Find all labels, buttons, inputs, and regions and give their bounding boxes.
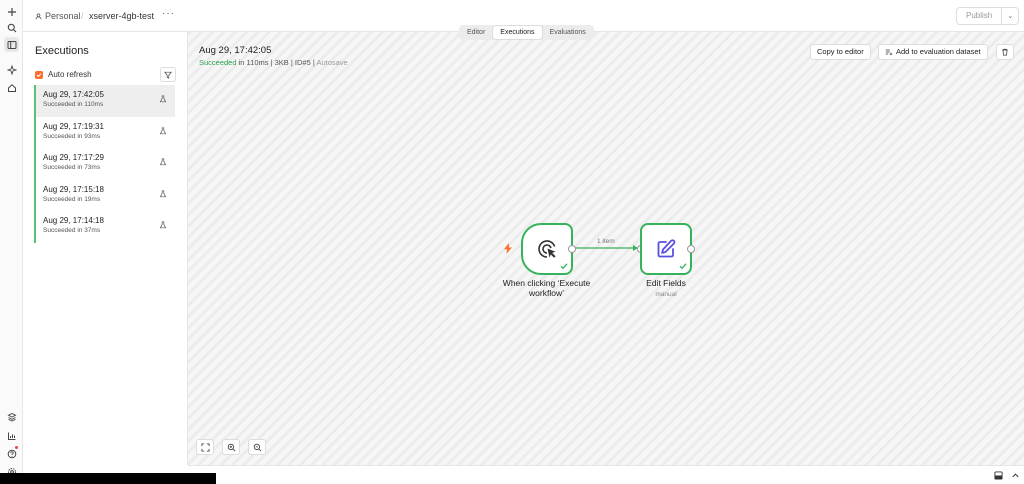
cursor-click-icon [538,240,556,258]
copy-to-editor-button[interactable]: Copy to editor [810,44,871,60]
search-icon[interactable] [4,20,19,35]
view-tabs: Editor Executions Evaluations [459,25,594,40]
execution-date: Aug 29, 17:19:31 [43,121,104,131]
zoom-out-button[interactable] [248,439,266,455]
execution-item[interactable]: Aug 29, 17:14:18 Succeeded in 37ms [34,211,175,243]
execution-title: Aug 29, 17:42:05 [199,45,272,56]
templates-icon[interactable] [4,409,19,424]
flask-icon[interactable] [159,158,167,166]
pencil-edit-icon [657,239,676,258]
app-root: Personal / xserver-4gb-test ··· Publish … [0,0,1024,484]
filter-button[interactable] [160,67,176,82]
home-icon[interactable] [4,80,19,95]
flask-icon[interactable] [159,221,167,229]
success-check-icon [560,263,568,270]
fit-view-button[interactable] [196,439,214,455]
auto-refresh-checkbox[interactable] [35,70,43,79]
workflow-name[interactable]: xserver-4gb-test [89,11,154,21]
sidebar-toggle-icon[interactable] [4,37,19,52]
edit-fields-node-mode: manual [655,291,677,298]
auto-refresh-label: Auto refresh [48,70,92,79]
trash-icon [1002,48,1008,56]
add-to-dataset-button[interactable]: Add to evaluation dataset [878,44,988,60]
execution-status: Succeeded in 19ms [43,195,101,203]
trigger-node-label: When clicking ‘Execute workflow’ [502,278,591,298]
chevron-down-icon[interactable]: ⌄ [1001,8,1018,24]
execution-item[interactable]: Aug 29, 17:15:18 Succeeded in 19ms [34,179,175,211]
connection-line [573,245,638,251]
execution-item[interactable]: Aug 29, 17:42:05 Succeeded in 110ms [34,85,175,117]
flask-icon[interactable] [159,189,167,198]
edit-fields-node-label: Edit Fields [646,278,686,288]
project-name: Personal [45,11,81,21]
plus-icon[interactable] [4,4,19,19]
execution-size-id: | 3KB | ID#5 | [268,58,317,67]
flask-icon[interactable] [159,126,167,135]
zoom-out-icon [253,443,261,451]
execution-status: Succeeded in 73ms [43,164,101,171]
more-options-icon[interactable]: ··· [162,8,175,19]
execution-date: Aug 29, 17:17:29 [43,153,104,162]
bottom-bar [188,465,1024,484]
execution-status-text: Succeeded [199,58,237,67]
redacted-bar [0,473,216,484]
list-plus-icon [885,49,893,56]
breadcrumb-separator: / [81,11,84,21]
delete-button[interactable] [996,44,1014,60]
flask-icon[interactable] [159,95,167,103]
copy-to-editor-label: Copy to editor [817,47,864,56]
execution-item[interactable]: Aug 29, 17:17:29 Succeeded in 73ms [34,148,175,180]
logs-panel-icon[interactable] [994,471,1003,480]
user-icon [35,13,42,19]
execution-date: Aug 29, 17:15:18 [43,184,104,194]
tab-evaluations[interactable]: Evaluations [543,26,593,39]
lightning-icon [504,243,512,254]
sparkle-icon[interactable] [4,62,19,77]
fit-view-icon [200,442,210,452]
zoom-in-icon [227,443,235,451]
panel-title: Executions [35,45,89,57]
zoom-in-button[interactable] [222,439,240,455]
execution-date: Aug 29, 17:42:05 [43,90,104,99]
success-check-icon [679,263,687,270]
auto-refresh-toggle[interactable]: Auto refresh [35,70,92,79]
chevron-up-icon[interactable] [1011,471,1020,480]
publish-button-group: Publish ⌄ [956,7,1020,25]
left-rail [0,0,23,484]
execution-status: Succeeded in 110ms [43,101,104,108]
execution-status: Succeeded in 37ms [43,227,101,234]
workflow-canvas[interactable]: Aug 29, 17:42:05 Succeeded in 110ms | 3K… [188,32,1024,465]
execution-date: Aug 29, 17:14:18 [43,216,104,225]
execution-item[interactable]: Aug 29, 17:19:31 Succeeded in 93ms [34,116,175,148]
execution-status: Succeeded in 93ms [43,132,101,140]
edit-fields-node[interactable] [640,223,692,275]
publish-button[interactable]: Publish [957,8,1001,24]
trigger-node[interactable] [521,223,573,275]
insights-icon[interactable] [4,428,19,443]
execution-duration: in 110ms [236,58,269,67]
output-handle[interactable] [568,245,576,253]
execution-meta: Succeeded in 110ms | 3KB | ID#5 | Autosa… [199,58,348,67]
breadcrumb-project[interactable]: Personal [35,11,81,21]
filter-icon [164,71,172,79]
edge-item-count: 1 item [597,238,615,245]
output-handle[interactable] [687,245,695,253]
executions-panel: Executions Auto refresh Aug 29, 17:42:05… [23,32,188,465]
notification-dot [15,446,18,449]
add-to-dataset-label: Add to evaluation dataset [896,47,981,56]
execution-mode: Autosave [316,58,348,67]
tab-editor[interactable]: Editor [460,26,492,39]
executions-list: Aug 29, 17:42:05 Succeeded in 110ms Aug … [34,85,175,243]
tab-executions[interactable]: Executions [493,26,542,39]
